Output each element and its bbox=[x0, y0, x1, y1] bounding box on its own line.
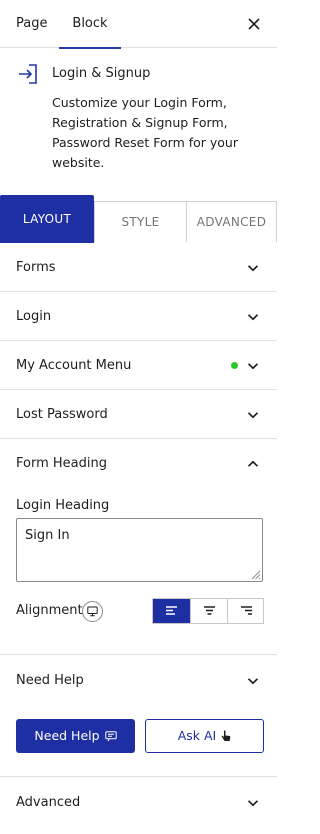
block-card: Login & Signup Customize your Login Form… bbox=[0, 48, 277, 192]
block-title: Login & Signup bbox=[52, 66, 151, 81]
close-icon[interactable] bbox=[245, 15, 263, 33]
panel-lost-password[interactable]: Lost Password bbox=[0, 390, 277, 439]
login-heading-label: Login Heading bbox=[16, 498, 110, 513]
panel-login[interactable]: Login bbox=[0, 292, 277, 341]
panel-form-heading: Form Heading Login Heading Sign In Align… bbox=[0, 438, 277, 655]
section-tabs: LAYOUT STYLE ADVANCED bbox=[0, 195, 277, 243]
login-enter-icon bbox=[19, 64, 37, 84]
chevron-down-icon bbox=[247, 314, 259, 321]
chat-icon bbox=[104, 731, 117, 742]
ask-ai-label: Ask AI bbox=[177, 728, 217, 743]
panel-title: Advanced bbox=[16, 795, 81, 810]
chevron-up-icon[interactable] bbox=[247, 458, 259, 470]
desktop-icon bbox=[87, 606, 98, 617]
panel-title[interactable]: Need Help bbox=[16, 655, 84, 706]
chevron-down-icon bbox=[247, 412, 259, 419]
responsive-device-button[interactable] bbox=[82, 601, 103, 622]
tab-layout[interactable]: LAYOUT bbox=[0, 195, 94, 243]
panel-need-help: Need Help Need Help Ask AI bbox=[0, 655, 277, 777]
status-dot bbox=[231, 362, 238, 369]
panel-title: Forms bbox=[16, 260, 56, 275]
align-right-button[interactable] bbox=[227, 599, 264, 623]
align-left-button[interactable] bbox=[153, 599, 190, 623]
panel-forms[interactable]: Forms bbox=[0, 243, 277, 292]
block-description: Customize your Login Form, Registration … bbox=[52, 95, 238, 170]
ask-ai-button[interactable]: Ask AI bbox=[145, 719, 264, 753]
inspector-tabbar: Page Block bbox=[0, 0, 277, 49]
chevron-down-icon bbox=[247, 363, 259, 370]
align-right-icon bbox=[241, 606, 252, 615]
panel-title[interactable]: Form Heading bbox=[16, 438, 107, 490]
tab-page[interactable]: Page bbox=[16, 0, 47, 48]
align-left-icon bbox=[166, 606, 177, 615]
panel-my-account-menu[interactable]: My Account Menu bbox=[0, 341, 277, 390]
panel-title: Lost Password bbox=[16, 407, 108, 422]
tab-block[interactable]: Block bbox=[59, 0, 121, 49]
panel-title: Login bbox=[16, 309, 52, 324]
alignment-label: Alignment bbox=[16, 603, 83, 618]
chevron-down-icon bbox=[247, 265, 259, 272]
align-center-icon bbox=[204, 606, 215, 615]
hand-pointer-icon bbox=[221, 730, 231, 741]
panel-title: My Account Menu bbox=[16, 358, 132, 373]
align-center-button[interactable] bbox=[190, 599, 227, 623]
chevron-down-icon[interactable] bbox=[247, 675, 259, 687]
tab-advanced[interactable]: ADVANCED bbox=[186, 201, 277, 242]
login-heading-input[interactable]: Sign In bbox=[16, 518, 263, 582]
alignment-toggle-group bbox=[152, 598, 264, 624]
tab-style[interactable]: STYLE bbox=[94, 201, 187, 242]
need-help-label: Need Help bbox=[34, 728, 100, 743]
need-help-button[interactable]: Need Help bbox=[16, 719, 135, 753]
chevron-down-icon bbox=[247, 800, 259, 807]
panel-advanced[interactable]: Advanced bbox=[0, 778, 277, 827]
